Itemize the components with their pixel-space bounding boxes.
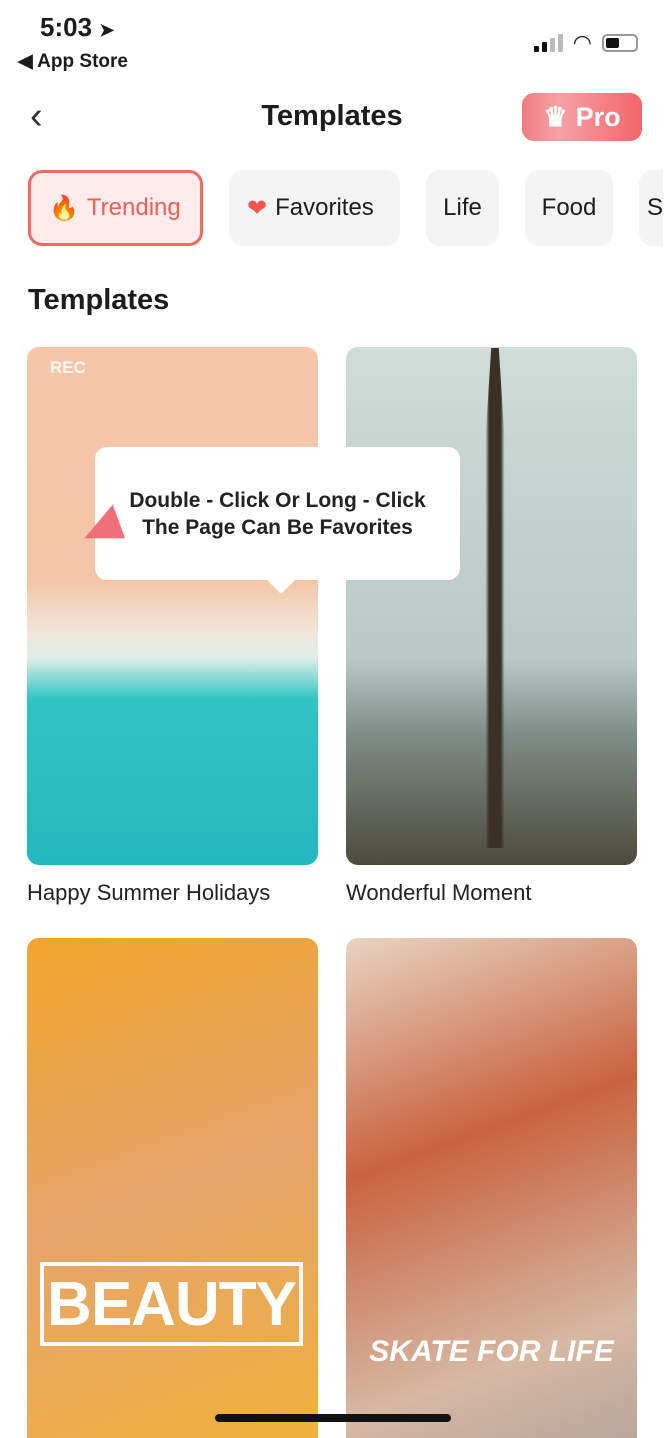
status-icons: ◠ <box>533 30 638 56</box>
pro-button[interactable]: ♛ Pro <box>522 93 642 141</box>
skate-overlay: SKATE FOR LIFE <box>369 1335 614 1368</box>
crown-icon: ♛ <box>543 101 568 132</box>
status-time: 5:03 ➤ <box>40 12 115 42</box>
location-icon: ➤ <box>99 20 115 40</box>
back-to-app-store[interactable]: ◀ App Store <box>18 50 128 73</box>
tab-food[interactable]: Food <box>525 170 613 246</box>
tab-trending[interactable]: 🔥 Trending <box>28 170 203 246</box>
wifi-icon: ◠ <box>572 30 592 55</box>
rec-overlay: REC <box>50 358 86 377</box>
template-title: Happy Summer Holidays <box>27 880 271 905</box>
template-title: Wonderful Moment <box>346 880 532 905</box>
heart-icon: ❤ <box>247 194 268 222</box>
favorites-tooltip: Double - Click Or Long - Click The Page C… <box>95 447 460 594</box>
tab-more[interactable]: S <box>639 170 663 246</box>
home-indicator[interactable] <box>215 1414 451 1422</box>
battery-icon <box>602 34 638 52</box>
tab-favorites[interactable]: ❤ Favorites <box>229 170 400 246</box>
tab-life[interactable]: Life <box>426 170 499 246</box>
template-card-summer[interactable] <box>27 347 318 865</box>
category-tabs: 🔥 Trending ❤ Favorites Life Food S <box>28 170 664 246</box>
beauty-overlay: BEAUTY <box>40 1262 303 1346</box>
template-card-beauty[interactable] <box>27 938 318 1438</box>
section-title: Templates <box>28 284 170 316</box>
flame-icon: 🔥 <box>49 194 79 222</box>
signal-icon <box>533 34 563 52</box>
